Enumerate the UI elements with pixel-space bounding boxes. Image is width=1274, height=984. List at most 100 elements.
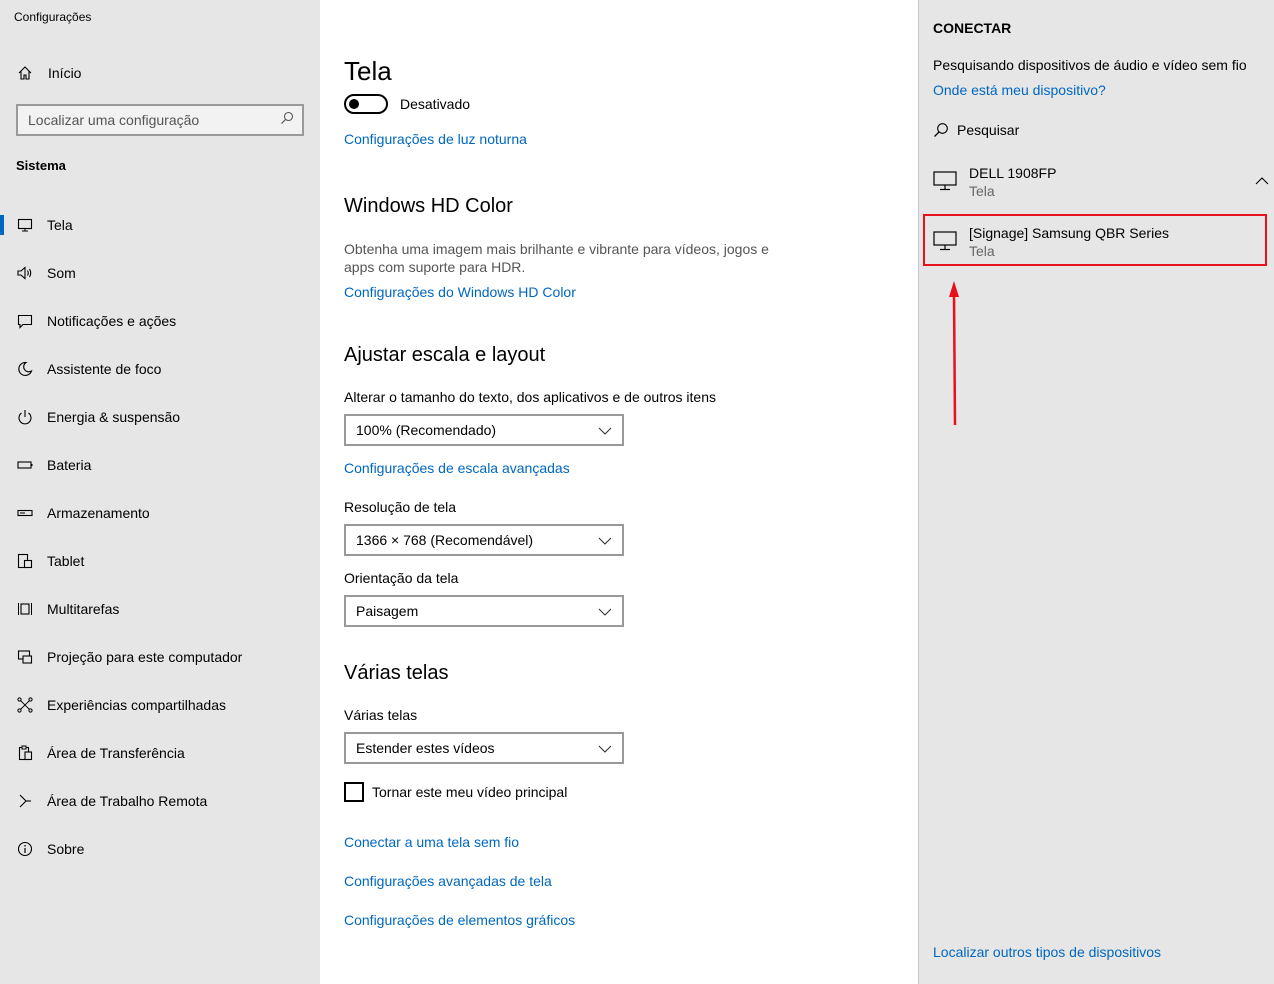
search-icon [933,122,949,138]
chevron-down-icon [598,603,612,619]
remote-icon [16,792,34,810]
search-devices-button[interactable]: Pesquisar [933,122,1019,138]
search-input[interactable] [28,112,280,128]
find-other-devices-link[interactable]: Localizar outros tipos de dispositivos [933,944,1161,960]
main-display-checkbox[interactable] [344,782,364,802]
multi-display-label: Várias telas [344,707,418,723]
night-light-state: Desativado [400,96,471,112]
sidebar-item-tela[interactable]: Tela [0,201,320,249]
main-display-row: Tornar este meu vídeo principal [344,782,567,802]
nav-home-label: Início [48,65,82,81]
nav-list: Tela Som Notificações e ações Assistente… [0,201,320,873]
battery-icon [16,456,34,474]
info-icon [16,840,34,858]
sidebar-item-label: Armazenamento [47,505,150,521]
power-icon [16,408,34,426]
section-label: Sistema [16,158,66,173]
multitask-icon [16,600,34,618]
scale-value: 100% (Recomendado) [356,422,497,438]
graphics-settings-link[interactable]: Configurações de elementos gráficos [344,912,575,928]
main-content: Tela Desativado Configurações de luz not… [320,0,918,984]
monitor-icon [933,171,957,191]
advanced-display-link[interactable]: Configurações avançadas de tela [344,873,552,889]
sidebar: Configurações Início Sistema Tela Som No… [0,0,320,984]
scale-label: Alterar o tamanho do texto, dos aplicati… [344,389,716,405]
scale-advanced-link[interactable]: Configurações de escala avançadas [344,460,570,476]
multi-display-dropdown[interactable]: Estender estes vídeos [344,732,624,764]
chevron-up-icon[interactable] [1255,172,1269,190]
sidebar-item-projecao[interactable]: Projeção para este computador [0,633,320,681]
device-type: Tela [969,183,995,199]
sidebar-item-bateria[interactable]: Bateria [0,441,320,489]
night-light-row: Desativado [344,94,470,114]
sidebar-item-energia[interactable]: Energia & suspensão [0,393,320,441]
clipboard-icon [16,744,34,762]
sidebar-item-label: Área de Transferência [47,745,185,761]
sidebar-item-sobre[interactable]: Sobre [0,825,320,873]
multi-display-heading: Várias telas [344,662,449,684]
notification-icon [16,312,34,330]
sidebar-item-transferencia[interactable]: Área de Transferência [0,729,320,777]
moon-icon [16,360,34,378]
sidebar-item-label: Notificações e ações [47,313,177,329]
orientation-value: Paisagem [356,603,419,619]
where-device-link[interactable]: Onde está meu dispositivo? [933,82,1106,98]
scale-dropdown[interactable]: 100% (Recomendado) [344,414,624,446]
sidebar-item-label: Tablet [47,553,85,569]
sidebar-item-label: Assistente de foco [47,361,162,377]
night-light-link[interactable]: Configurações de luz noturna [344,131,527,147]
home-icon [16,64,34,82]
sidebar-item-armazenamento[interactable]: Armazenamento [0,489,320,537]
orientation-label: Orientação da tela [344,570,459,586]
orientation-dropdown[interactable]: Paisagem [344,595,624,627]
search-icon[interactable] [280,111,294,130]
projection-icon [16,648,34,666]
connect-title: CONECTAR [933,20,1012,36]
highlight-box [923,214,1267,266]
device-item[interactable]: DELL 1908FP Tela [933,165,1263,215]
monitor-icon [16,216,34,234]
hdr-description: Obtenha uma imagem mais brilhante e vibr… [344,241,769,275]
sidebar-item-label: Tela [47,217,73,233]
sidebar-item-remota[interactable]: Área de Trabalho Remota [0,777,320,825]
tablet-icon [16,552,34,570]
shared-icon [16,696,34,714]
resolution-value: 1366 × 768 (Recomendável) [356,532,534,548]
sidebar-item-label: Bateria [47,457,92,473]
night-light-toggle[interactable] [344,94,388,114]
wireless-display-link[interactable]: Conectar a uma tela sem fio [344,834,519,850]
device-name: DELL 1908FP [969,165,1057,181]
sidebar-item-notificacoes[interactable]: Notificações e ações [0,297,320,345]
search-devices-label: Pesquisar [957,122,1020,138]
chevron-down-icon [598,532,612,548]
hdr-heading: Windows HD Color [344,195,513,217]
red-arrow-annotation [949,281,959,426]
toggle-knob [349,99,359,109]
search-box[interactable] [16,104,304,136]
sidebar-item-label: Experiências compartilhadas [47,697,226,713]
connect-status: Pesquisando dispositivos de áudio e víde… [933,57,1247,73]
storage-icon [16,504,34,522]
sidebar-item-experiencias[interactable]: Experiências compartilhadas [0,681,320,729]
sidebar-item-label: Projeção para este computador [47,649,243,665]
app-title: Configurações [14,10,92,24]
sidebar-item-label: Som [47,265,76,281]
resolution-dropdown[interactable]: 1366 × 768 (Recomendável) [344,524,624,556]
resolution-label: Resolução de tela [344,499,457,515]
sidebar-item-multitarefas[interactable]: Multitarefas [0,585,320,633]
sidebar-item-assistente-foco[interactable]: Assistente de foco [0,345,320,393]
main-display-label: Tornar este meu vídeo principal [372,784,568,800]
connect-pane: CONECTAR Pesquisando dispositivos de áud… [918,0,1274,984]
nav-home[interactable]: Início [16,62,81,84]
speaker-icon [16,264,34,282]
sidebar-item-label: Sobre [47,841,85,857]
hdr-link[interactable]: Configurações do Windows HD Color [344,284,576,300]
multi-display-value: Estender estes vídeos [356,740,495,756]
chevron-down-icon [598,740,612,756]
chevron-down-icon [598,422,612,438]
sidebar-item-label: Energia & suspensão [47,409,181,425]
sidebar-item-tablet[interactable]: Tablet [0,537,320,585]
sidebar-item-som[interactable]: Som [0,249,320,297]
page-title: Tela [344,56,392,86]
device-text: DELL 1908FP Tela [969,165,1056,199]
